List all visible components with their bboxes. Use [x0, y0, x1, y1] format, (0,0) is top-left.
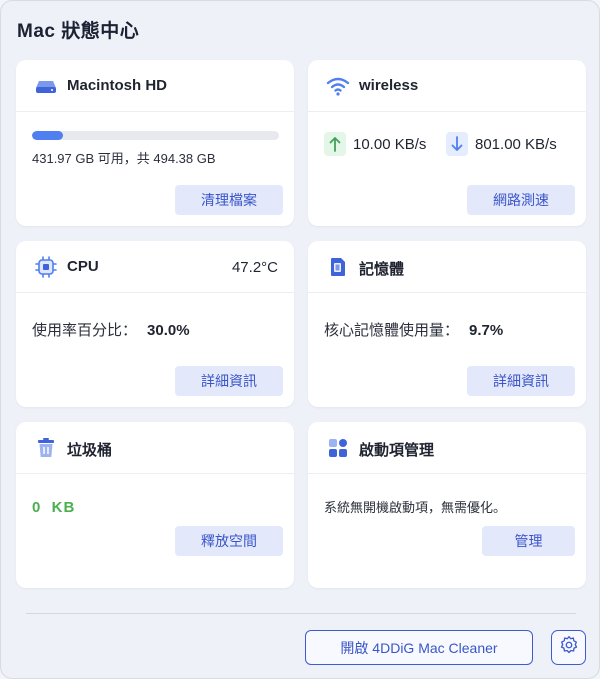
disk-usage-text: 431.97 GB 可用，共 494.38 GB [32, 151, 216, 166]
upload-speed: 10.00 KB/s [324, 131, 426, 157]
clean-files-button[interactable]: 清理檔案 [175, 185, 283, 215]
startup-title: 啟動項管理 [359, 442, 435, 459]
memory-card: 記憶體 核心記憶體使用量： 9.7% 詳細資訊 [308, 241, 586, 407]
memory-usage-row: 核心記憶體使用量： 9.7% [324, 319, 503, 340]
download-speed: 801.00 KB/s [446, 131, 557, 157]
trash-icon [34, 436, 58, 460]
disk-card-header: Macintosh HD [16, 60, 294, 112]
manage-startup-button[interactable]: 管理 [482, 526, 575, 556]
startup-card-header: 啟動項管理 [308, 422, 586, 474]
memory-usage-value: 9.7% [469, 322, 504, 339]
memory-usage-label: 核心記憶體使用量： [324, 322, 460, 339]
startup-items-icon [326, 436, 350, 460]
disk-usage-fill [32, 131, 64, 140]
memory-card-header: 記憶體 [308, 241, 586, 293]
startup-status-text: 系統無開機啟動項，無需優化。 [324, 500, 507, 515]
cpu-chip-icon [34, 255, 58, 279]
trash-card-header: 垃圾桶 [16, 422, 294, 474]
network-title: wireless [359, 77, 419, 94]
cpu-card-header: CPU 47.2°C [16, 241, 294, 293]
status-center-window: Mac 狀態中心 Macintosh HD 431.97 GB 可用，共 494… [0, 0, 600, 679]
wifi-icon [326, 74, 350, 98]
app-title: Mac 狀態中心 [17, 21, 140, 42]
free-space-button[interactable]: 釋放空間 [175, 526, 283, 556]
settings-button[interactable] [551, 630, 586, 665]
gear-icon [559, 635, 579, 660]
open-cleaner-button[interactable]: 開啟 4DDiG Mac Cleaner [305, 630, 533, 665]
memory-details-button[interactable]: 詳細資訊 [467, 366, 575, 396]
cpu-temperature: 47.2°C [231, 259, 278, 276]
arrow-down-icon [446, 132, 468, 156]
memory-icon [326, 255, 350, 279]
disk-usage-bar [32, 131, 279, 140]
arrow-up-icon [324, 132, 346, 156]
cpu-details-button[interactable]: 詳細資訊 [175, 366, 283, 396]
disk-card: Macintosh HD 431.97 GB 可用，共 494.38 GB 清理… [16, 60, 294, 226]
footer-divider [26, 613, 576, 614]
startup-card: 啟動項管理 系統無開機啟動項，無需優化。 管理 [308, 422, 586, 588]
hard-drive-icon [34, 74, 58, 98]
cpu-card: CPU 47.2°C 使用率百分比： 30.0% 詳細資訊 [16, 241, 294, 407]
trash-card: 垃圾桶 0 KB 釋放空間 [16, 422, 294, 588]
trash-title: 垃圾桶 [67, 442, 113, 459]
speed-test-button[interactable]: 網路測速 [467, 185, 575, 215]
network-card: wireless 10.00 KB/s 801.00 KB/s 網路測速 [308, 60, 586, 226]
cpu-usage-value: 30.0% [147, 322, 190, 339]
download-speed-value: 801.00 KB/s [475, 135, 557, 153]
cpu-usage-row: 使用率百分比： 30.0% [32, 319, 190, 340]
cpu-title: CPU [67, 258, 99, 275]
cpu-usage-label: 使用率百分比： [32, 322, 138, 339]
memory-title: 記憶體 [359, 261, 405, 278]
trash-size: 0 KB [32, 499, 76, 516]
network-card-header: wireless [308, 60, 586, 112]
upload-speed-value: 10.00 KB/s [353, 135, 427, 153]
disk-title: Macintosh HD [67, 77, 168, 94]
